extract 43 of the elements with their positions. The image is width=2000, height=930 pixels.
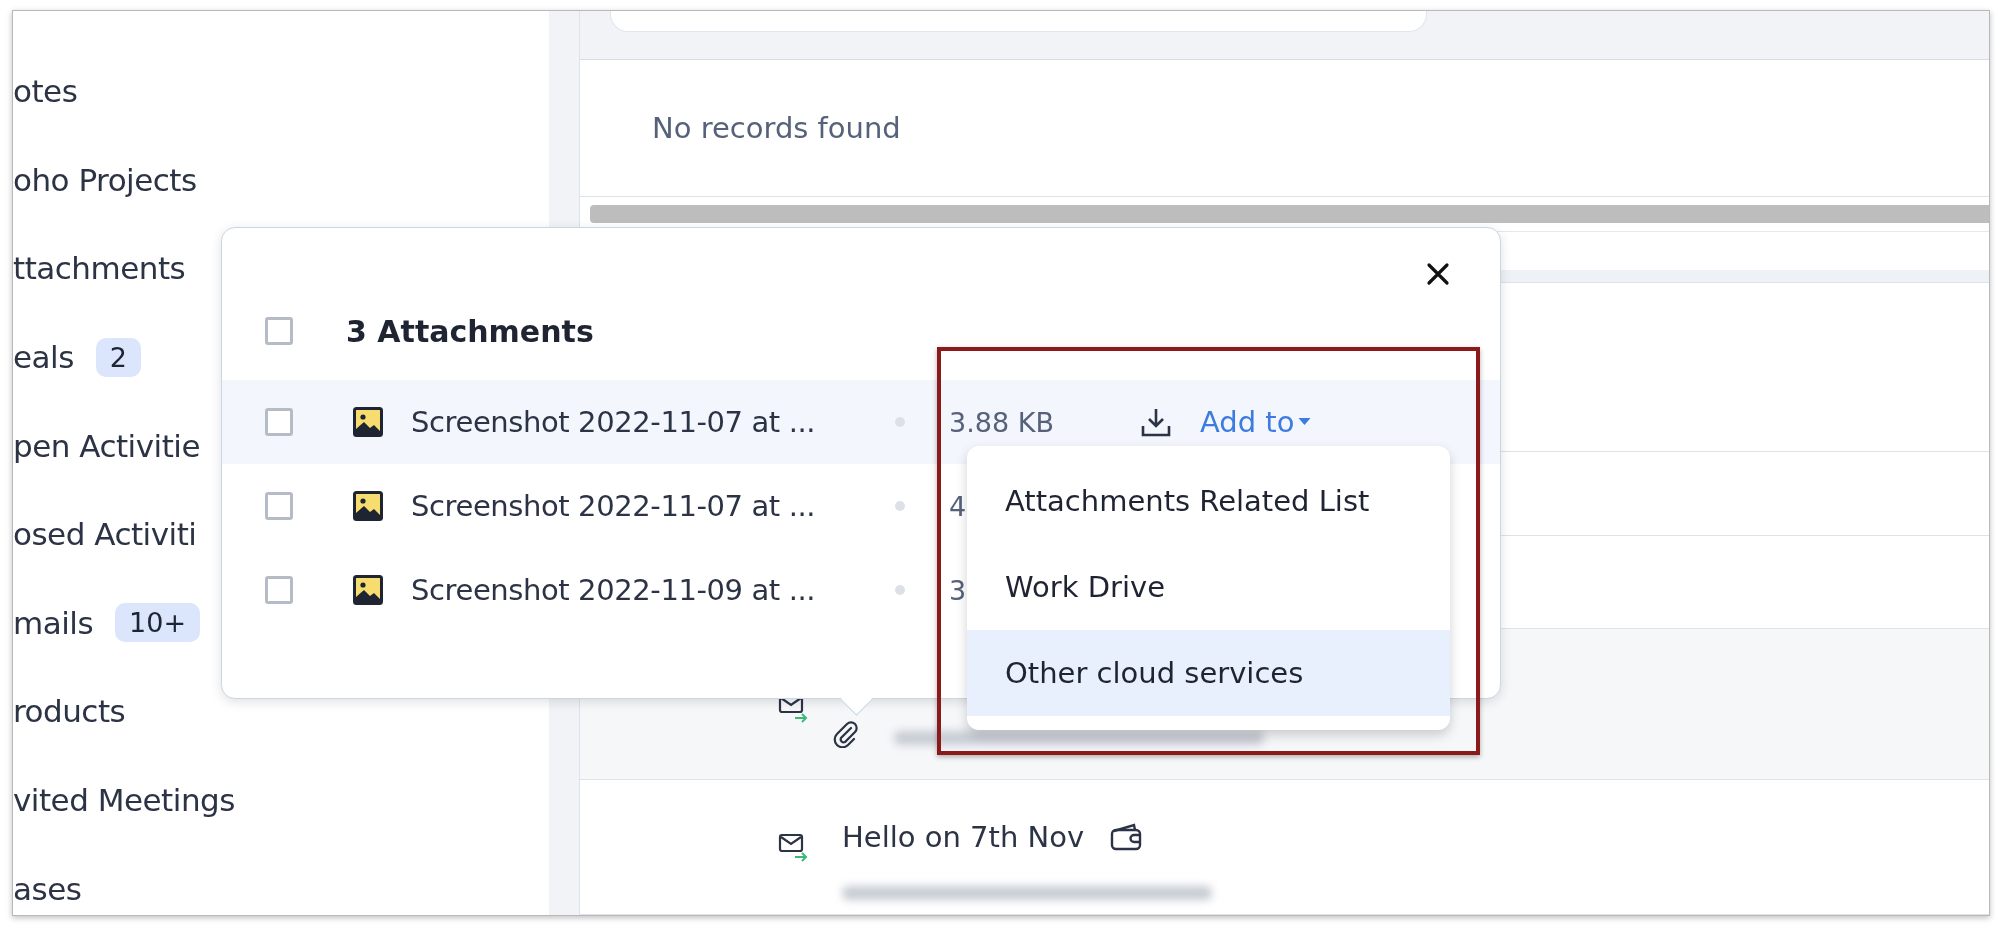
attachment-row[interactable]: Screenshot 2022-11-07 at ... 3.88 KB Add to (222, 380, 1500, 464)
image-icon (353, 575, 383, 605)
caret-icon[interactable] (1298, 418, 1312, 426)
attachment-row[interactable]: Screenshot 2022-11-09 at ... 3 (222, 548, 967, 632)
paperclip-icon[interactable] (832, 719, 860, 748)
file-size: 4 (949, 490, 967, 522)
image-icon (353, 491, 383, 521)
attachment-row[interactable]: Screenshot 2022-11-07 at ... 4 (222, 464, 967, 548)
file-size: 3 (949, 574, 967, 606)
search-bar[interactable] (610, 11, 1427, 32)
select-all-checkbox[interactable] (265, 317, 293, 345)
sidebar-item[interactable]: roducts (13, 693, 126, 730)
separator-dot (895, 585, 905, 595)
row-checkbox[interactable] (265, 576, 293, 604)
row-checkbox[interactable] (265, 408, 293, 436)
close-icon[interactable] (1426, 262, 1450, 286)
sidebar-item[interactable]: eals (13, 339, 74, 376)
empty-message: No records found (652, 110, 901, 145)
file-name[interactable]: Screenshot 2022-11-07 at ... (411, 489, 881, 523)
sidebar-item[interactable]: ases (13, 870, 82, 907)
email-subject[interactable]: Hello on 7th Nov (842, 819, 1085, 854)
add-to-dropdown[interactable]: Add to (1199, 405, 1312, 439)
row-checkbox[interactable] (265, 492, 293, 520)
sidebar-item[interactable]: pen Activitie (13, 427, 201, 464)
file-size: 3.88 KB (949, 406, 1054, 438)
popup-title: 3 Attachments (346, 313, 594, 349)
image-icon (353, 407, 383, 437)
menu-item[interactable]: Other cloud services (967, 630, 1450, 716)
count-badge: 2 (95, 337, 142, 377)
file-name[interactable]: Screenshot 2022-11-09 at ... (411, 573, 881, 607)
sidebar-item[interactable]: osed Activiti (13, 516, 197, 553)
download-icon[interactable] (1139, 406, 1172, 438)
sidebar-item[interactable]: otes (13, 73, 78, 110)
menu-item[interactable]: Work Drive (967, 544, 1450, 630)
sidebar-item[interactable]: oho Projects (13, 161, 197, 198)
count-badge: 10+ (115, 603, 201, 643)
file-name[interactable]: Screenshot 2022-11-07 at ... (411, 405, 881, 439)
separator-dot (895, 501, 905, 511)
sidebar-item[interactable]: ttachments (13, 250, 186, 287)
sidebar-item[interactable]: vited Meetings (13, 782, 235, 819)
sent-mail-icon (778, 831, 808, 862)
sidebar-item[interactable]: mails (13, 604, 94, 641)
scrollbar[interactable] (590, 204, 1989, 223)
